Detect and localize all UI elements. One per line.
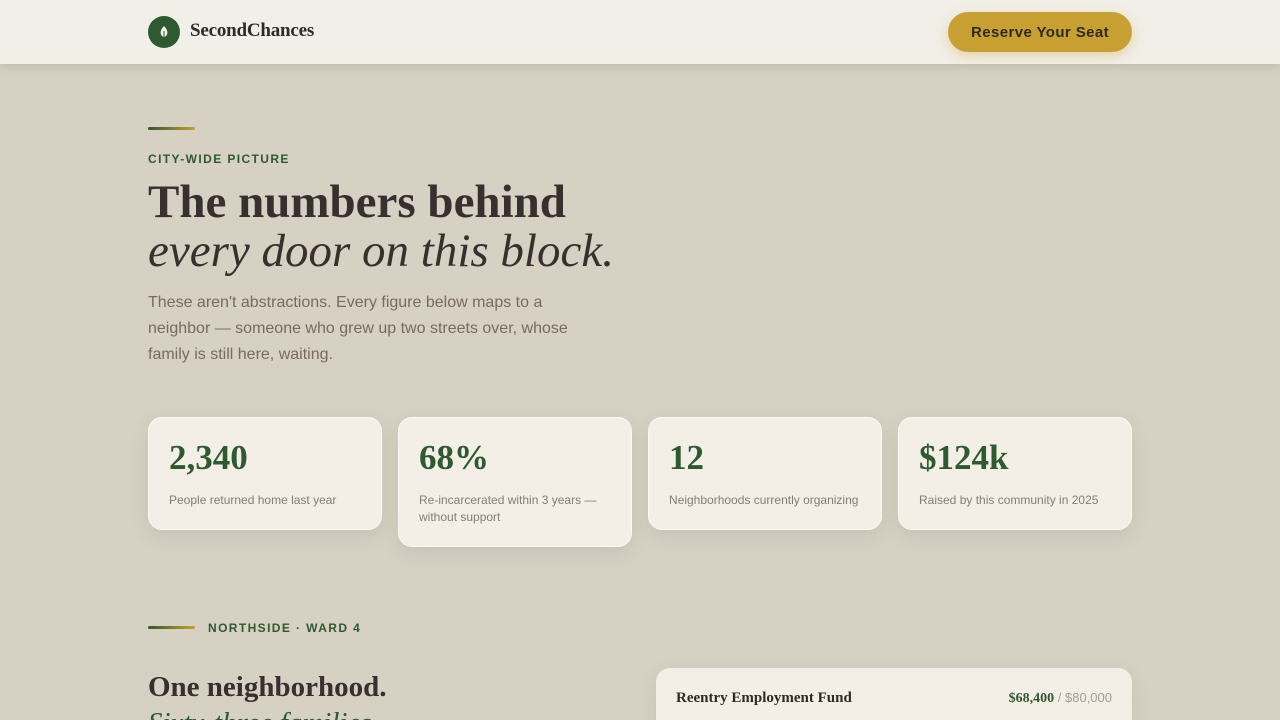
stat-card: 2,340 People returned home last year [148, 417, 382, 530]
stat-label: People returned home last year [169, 493, 337, 507]
fund-separator: / [1057, 690, 1062, 705]
hero-eyebrow: CITY-WIDE PICTURE [148, 152, 290, 166]
stat-label: Re-incarcerated within 3 years — without… [419, 493, 597, 524]
hero-title-italic: every door on this block. [148, 225, 614, 277]
hero-title: The numbers behind [148, 176, 566, 228]
reserve-seat-button[interactable]: Reserve Your Seat [948, 12, 1132, 52]
fund-card[interactable]: Reentry Employment Fund $68,400 / $80,00… [656, 668, 1132, 720]
logo[interactable] [148, 16, 180, 48]
fund-raised: $68,400 [1008, 691, 1055, 706]
stat-value: 12 [669, 438, 704, 477]
fund-goal: $80,000 [1065, 690, 1112, 705]
eyebrow-accent-line [148, 127, 195, 130]
brand-name[interactable]: SecondChances [190, 20, 314, 42]
stat-label: Neighborhoods currently organizing [669, 493, 859, 507]
hero-lede: These aren't abstractions. Every figure … [148, 294, 568, 363]
stat-card: 12 Neighborhoods currently organizing [648, 417, 882, 530]
fund-amounts: $68,400 / $80,000 [1009, 690, 1112, 707]
section-accent-line [148, 626, 195, 629]
fund-name: Reentry Employment Fund [676, 690, 852, 706]
stat-card: $124k Raised by this community in 2025 [898, 417, 1132, 530]
stat-label: Raised by this community in 2025 [919, 493, 1099, 507]
section-title: One neighborhood. [148, 671, 387, 703]
stat-value: 68% [419, 438, 489, 477]
section-title-italic: Sixty-three families. [148, 706, 379, 720]
site-header: SecondChances Reserve Your Seat [0, 0, 1280, 64]
leaf-icon [160, 26, 168, 38]
section-eyebrow: NORTHSIDE · WARD 4 [208, 621, 362, 635]
stat-value: $124k [919, 438, 1009, 477]
stat-card: 68% Re-incarcerated within 3 years — wit… [398, 417, 632, 547]
stat-value: 2,340 [169, 438, 248, 477]
